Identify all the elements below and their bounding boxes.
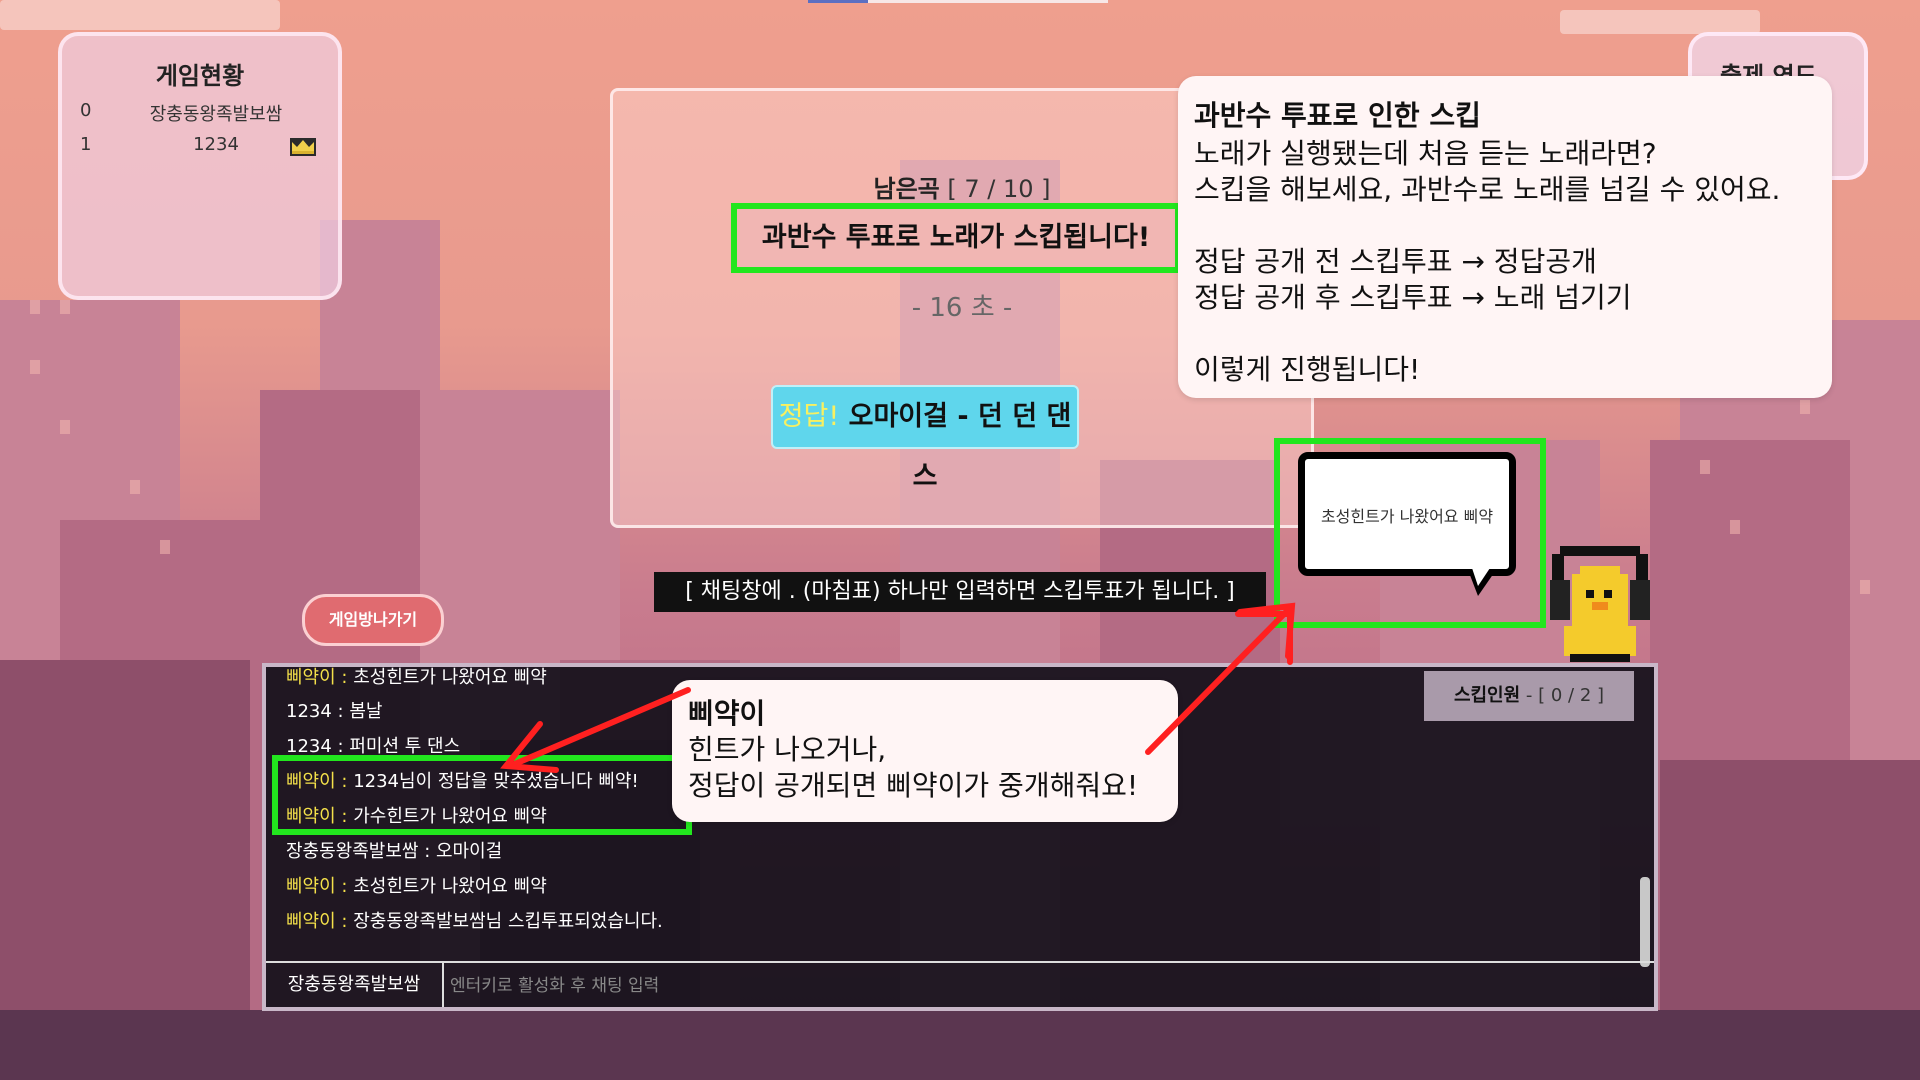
game-status-title: 게임현황 bbox=[155, 62, 245, 90]
chat-sender: 삐약이 : bbox=[286, 911, 348, 932]
chat-text: 봄날 bbox=[349, 701, 383, 722]
skip-vote-tooltip: 과반수 투표로 인한 스킵 노래가 실행됐는데 처음 듣는 노래라면? 스킵을 … bbox=[1178, 76, 1832, 398]
player-row: 1 1234 bbox=[80, 134, 324, 164]
chat-message: 삐약이 : 초성힌트가 나왔어요 삐약 bbox=[286, 872, 547, 898]
chat-message: 삐약이 : 장충동왕족발보쌈님 스킵투표되었습니다. bbox=[286, 907, 663, 933]
crown-icon bbox=[290, 138, 316, 156]
chick-tooltip: 삐약이 힌트가 나오거나, 정답이 공개되면 삐약이가 중개해줘요! bbox=[672, 680, 1178, 822]
top-progress-fill bbox=[808, 0, 868, 3]
chat-text: 초성힌트가 나왔어요 삐약 bbox=[353, 876, 547, 897]
answer-tag: 정답! bbox=[778, 401, 840, 432]
chat-nickname: 장충동왕족발보쌈 bbox=[266, 963, 444, 1007]
bubble-tail-inner bbox=[1472, 568, 1490, 586]
tooltip-line: 스킵을 해보세요, 과반수로 노래를 넘길 수 있어요. bbox=[1194, 173, 1781, 206]
bubble-text: 초성힌트가 나왔어요 삐약 bbox=[1320, 507, 1494, 526]
tooltip-line: 이렇게 진행됩니다! bbox=[1194, 353, 1421, 386]
player-name: 장충동왕족발보쌈 bbox=[149, 104, 283, 125]
player-row: 0 장충동왕족발보쌈 bbox=[80, 100, 324, 130]
chat-text: 오마이걸 bbox=[436, 841, 503, 862]
chat-text: 장충동왕족발보쌈님 스킵투표되었습니다. bbox=[353, 911, 663, 932]
tooltip-line: 정답이 공개되면 삐약이가 중개해줘요! bbox=[688, 769, 1139, 802]
skip-hint-bar: [ 채팅창에 . (마침표) 하나만 입력하면 스킵투표가 됩니다. ] bbox=[654, 572, 1266, 612]
chat-sender: 1234 : bbox=[286, 701, 344, 722]
answer-text: 오마이걸 - 던 던 댄스 bbox=[848, 401, 1072, 492]
player-rank: 1 bbox=[80, 134, 92, 155]
chat-sender: 1234 : bbox=[286, 736, 344, 757]
tooltip-line: 힌트가 나오거나, bbox=[688, 733, 887, 766]
chick-mascot-icon bbox=[1550, 546, 1650, 662]
chat-text: 퍼미션 투 댄스 bbox=[349, 736, 461, 757]
chat-sender: 장충동왕족발보쌈 : bbox=[286, 841, 431, 862]
skip-count: 스킵인원 - [ 0 / 2 ] bbox=[1424, 671, 1634, 721]
tooltip-line: 정답 공개 후 스킵투표 → 노래 넘기기 bbox=[1194, 281, 1632, 314]
tooltip-title: 과반수 투표로 인한 스킵 bbox=[1194, 99, 1481, 132]
chat-sender: 삐약이 : bbox=[286, 667, 348, 688]
game-status-panel: 게임현황 0 장충동왕족발보쌈 1 1234 bbox=[58, 32, 342, 300]
chat-input-row: 장충동왕족발보쌈 bbox=[266, 961, 1654, 1007]
player-name: 1234 bbox=[193, 134, 239, 155]
chat-message: 장충동왕족발보쌈 : 오마이걸 bbox=[286, 837, 502, 863]
tooltip-line: 노래가 실행됐는데 처음 듣는 노래라면? bbox=[1194, 137, 1657, 170]
remaining-label: 남은곡 bbox=[873, 175, 940, 203]
chat-input[interactable] bbox=[448, 969, 1352, 1003]
chat-message: 1234 : 봄날 bbox=[286, 697, 382, 723]
chat-scrollbar[interactable] bbox=[1640, 877, 1650, 967]
remaining-value: [ 7 / 10 ] bbox=[947, 175, 1051, 203]
skip-count-value: - [ 0 / 2 ] bbox=[1525, 685, 1605, 706]
tooltip-line: 정답 공개 전 스킵투표 → 정답공개 bbox=[1194, 245, 1597, 278]
answer-reveal: 정답! 오마이걸 - 던 던 댄스 bbox=[771, 385, 1079, 492]
skip-message: 과반수 투표로 노래가 스킵됩니다! bbox=[731, 203, 1181, 273]
chat-highlight bbox=[272, 755, 692, 835]
chat-sender: 삐약이 : bbox=[286, 876, 348, 897]
speech-bubble: 초성힌트가 나왔어요 삐약 bbox=[1298, 452, 1516, 576]
exit-room-button[interactable]: 게임방나가기 bbox=[302, 594, 444, 646]
skip-count-label: 스킵인원 bbox=[1453, 685, 1521, 706]
chat-text: 초성힌트가 나왔어요 삐약 bbox=[353, 667, 547, 688]
player-rank: 0 bbox=[80, 100, 92, 121]
chat-message: 삐약이 : 초성힌트가 나왔어요 삐약 bbox=[286, 663, 547, 689]
tooltip-title: 삐약이 bbox=[688, 697, 766, 730]
